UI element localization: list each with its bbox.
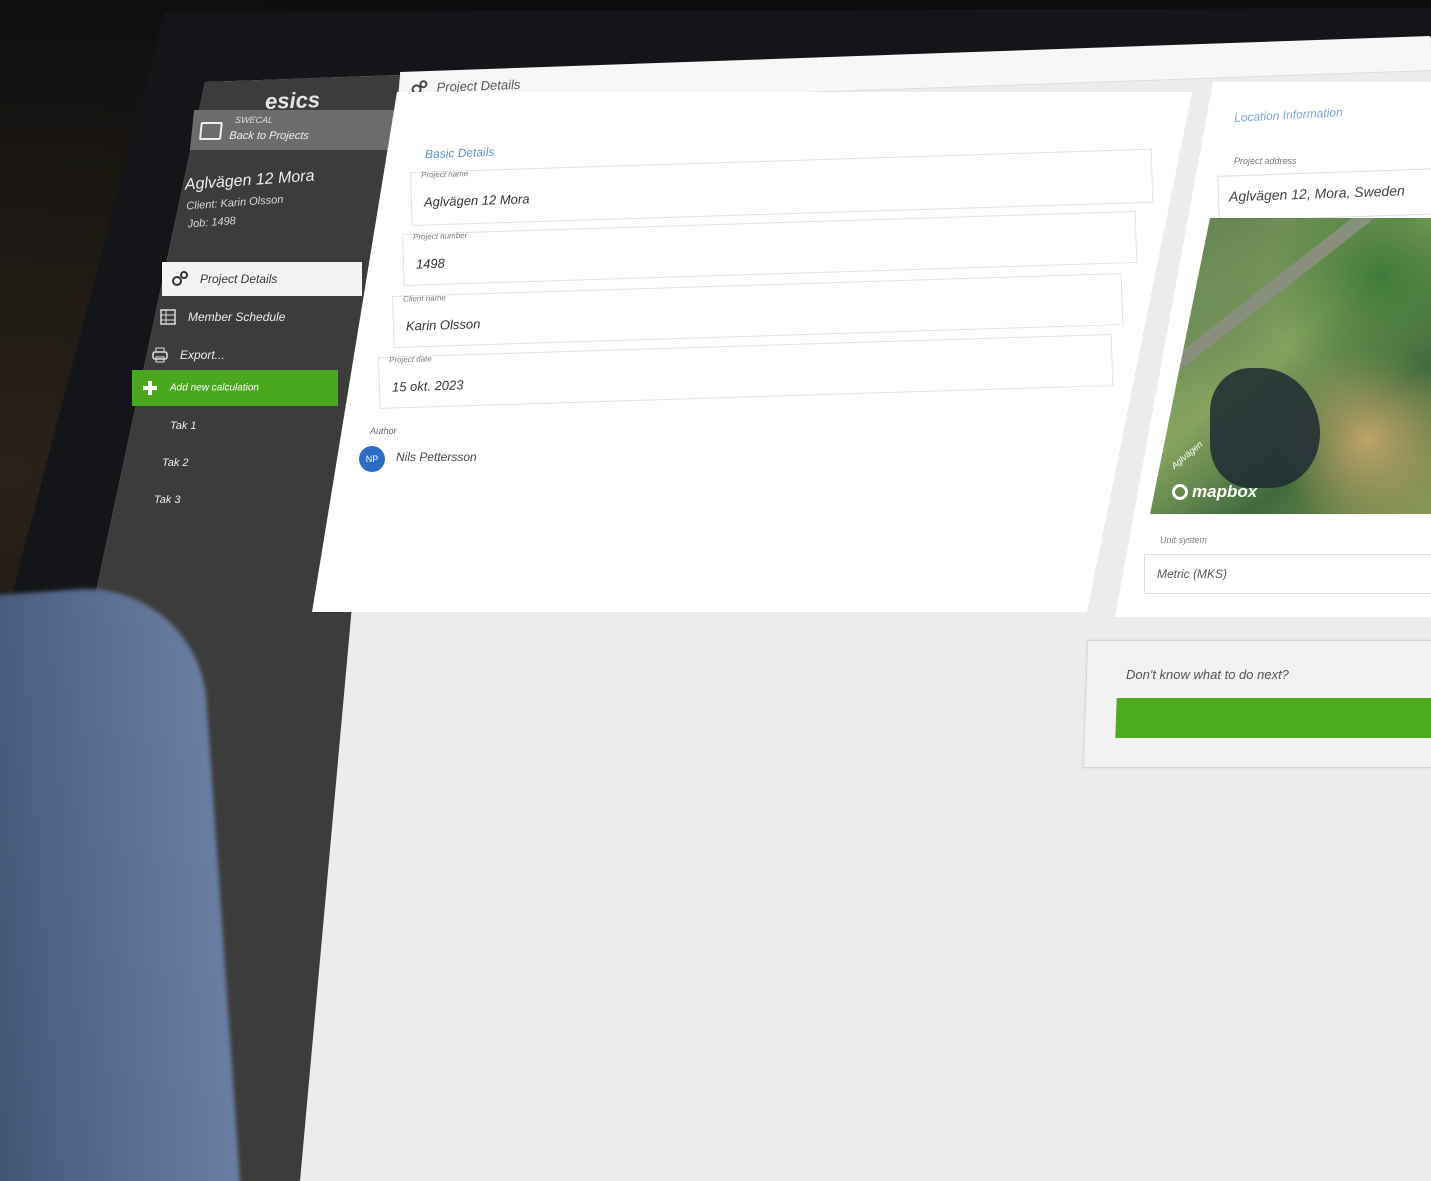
map-road-label: Aglvägen <box>1169 439 1205 471</box>
project-summary: Aglvägen 12 Mora Client: Karin Olsson Jo… <box>184 168 317 231</box>
author-label: Author <box>370 426 397 436</box>
sidebar-item-tak-2[interactable]: Tak 2 <box>162 457 189 469</box>
mapbox-icon <box>1172 484 1188 500</box>
map-pond <box>1210 368 1320 488</box>
sidebar-item-project-details[interactable]: Project Details <box>162 262 362 296</box>
unit-system-label: Unit system <box>1160 535 1208 545</box>
project-client: Client: Karin Olsson <box>185 193 284 213</box>
field-label: Project date <box>388 354 432 365</box>
field-value: Karin Olsson <box>405 316 481 334</box>
sidebar-item-export[interactable]: Export... <box>142 338 342 372</box>
sidebar-item-label: Member Schedule <box>188 310 286 324</box>
field-label: Project name <box>420 169 469 180</box>
sidebar-item-tak-3[interactable]: Tak 3 <box>154 494 181 506</box>
address-label: Project address <box>1234 156 1297 166</box>
add-new-calculation-button[interactable]: Add new calculation <box>132 370 338 406</box>
sidebar-item-label: Project Details <box>200 272 278 286</box>
avatar: NP <box>359 446 385 472</box>
field-label: Client name <box>402 293 446 304</box>
field-value: 15 okt. 2023 <box>391 377 464 395</box>
unit-system-select[interactable]: Metric (MKS) <box>1144 554 1431 594</box>
help-text: Don't know what to do next? <box>1126 667 1289 682</box>
field-value: 1498 <box>415 255 446 272</box>
field-value: Aglvägen 12 Mora <box>423 191 530 210</box>
mapbox-logo: mapbox <box>1172 482 1257 502</box>
back-label: Back to Projects <box>228 130 310 142</box>
back-brand-label: SWECAL <box>234 115 274 125</box>
printer-icon <box>152 347 168 363</box>
plus-icon <box>143 381 157 395</box>
mapbox-wordmark: mapbox <box>1192 482 1258 501</box>
folder-icon <box>198 122 223 140</box>
sidebar-item-member-schedule[interactable]: Member Schedule <box>150 300 350 334</box>
grid-icon <box>160 309 176 325</box>
help-next-button[interactable] <box>1115 698 1431 738</box>
gears-icon <box>172 271 188 286</box>
unit-system-value: Metric (MKS) <box>1157 567 1227 581</box>
basic-details-title: Basic Details <box>424 144 495 162</box>
sidebar-item-label: Add new calculation <box>170 382 259 394</box>
field-label: Project number <box>412 230 468 242</box>
photo-background: Project Details esics SWECAL Back to Pro… <box>0 0 1431 1181</box>
sidebar-item-tak-1[interactable]: Tak 1 <box>170 420 197 432</box>
author-name: Nils Pettersson <box>396 450 477 464</box>
back-to-projects-button[interactable]: SWECAL Back to Projects <box>189 110 395 150</box>
sidebar-item-label: Export... <box>180 348 225 362</box>
address-value: Aglvägen 12, Mora, Sweden <box>1228 182 1406 205</box>
project-address-field[interactable]: Aglvägen 12, Mora, Sweden <box>1217 168 1431 222</box>
